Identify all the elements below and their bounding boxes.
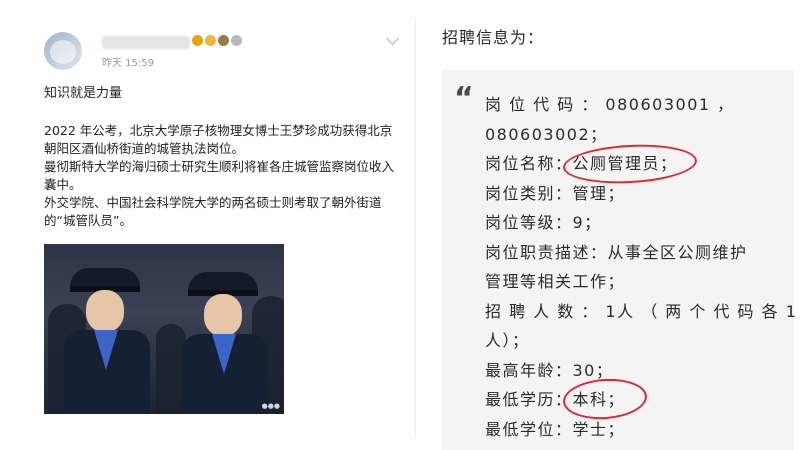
post-headline: 知识就是力量 — [44, 86, 123, 101]
avatar[interactable] — [44, 32, 82, 70]
chevron-down-icon[interactable] — [386, 32, 399, 45]
medal-icon — [205, 35, 216, 46]
username-blurred[interactable] — [102, 36, 190, 49]
officer-right — [182, 272, 268, 414]
info-line: 招 聘 人 数 ： 1人 （ 两 个 代 码 各 1 — [485, 301, 798, 321]
social-post: 昨天 15:59 知识就是力量 2022 年公考，北京大学原子核物理女博士王梦珍… — [30, 18, 416, 438]
info-line: 管理等相关工作； — [485, 272, 626, 291]
post-timestamp: 昨天 15:59 — [102, 58, 154, 69]
level-icon — [231, 35, 242, 46]
job-info-lines: 岗 位 代 码 ： 080603001 ， 080603002； 岗位名称： 公厕… — [485, 90, 798, 444]
post-paragraph: 2022 年公考，北京大学原子核物理女博士王梦珍成功获得北京朝阳区酒仙桥街道的城… — [44, 123, 393, 156]
officer-face — [86, 290, 124, 332]
info-line: 岗位职责描述：从事全区公厕维护 — [485, 242, 748, 262]
quote-card: “ 岗 位 代 码 ： 080603001 ， 080603002； 岗位名称：… — [442, 70, 798, 450]
user-badges — [192, 33, 244, 47]
info-line: 岗位类别：管理； — [485, 183, 626, 203]
post-paragraph: 曼彻斯特大学的海归硕士研究生顺利将崔各庄城管监察岗位收入囊中。 — [44, 159, 395, 192]
info-line: 岗 位 代 码 ： 080603001 ， — [485, 95, 735, 114]
crown-icon — [192, 35, 203, 46]
info-line-education: 最低学历： 本科； — [485, 376, 790, 422]
officers-photo[interactable]: ●●● — [44, 244, 284, 414]
info-line: 最高年龄：30； — [485, 360, 614, 380]
info-line-label: 岗位名称： — [485, 154, 573, 173]
photo-watermark: ●●● — [261, 402, 280, 410]
officer-left — [64, 268, 150, 414]
bear-icon — [218, 35, 229, 46]
avatar-blur — [50, 40, 76, 64]
highlighted-text: 公厕管理员； — [561, 141, 698, 187]
post-body: 2022 年公考，北京大学原子核物理女博士王梦珍成功获得北京朝阳区酒仙桥街道的城… — [44, 122, 404, 230]
highlighted-text: 本科； — [561, 376, 648, 422]
quote-mark-icon: “ — [454, 81, 474, 116]
officer-face — [204, 294, 242, 336]
job-info-panel: 招聘信息为： “ 岗 位 代 码 ： 080603001 ， 080603002… — [432, 0, 800, 450]
job-info-title: 招聘信息为： — [442, 28, 545, 47]
info-line-position-name: 岗位名称： 公厕管理员； — [485, 141, 790, 187]
post-paragraph: 外交学院、中国社会科学院大学的两名硕士则考取了朝外街道的“城管队员”。 — [44, 195, 382, 228]
info-line-label: 最低学历： — [485, 390, 573, 409]
info-line: 人）； — [485, 331, 530, 350]
bottom-fade — [442, 434, 794, 450]
info-line: 岗位等级：9； — [485, 213, 602, 232]
